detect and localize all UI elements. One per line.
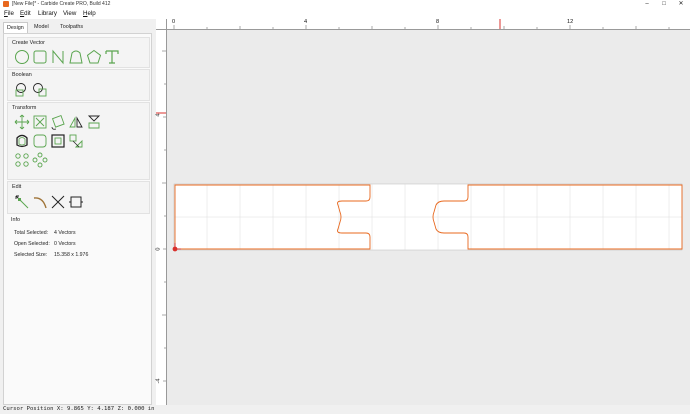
- menu-library[interactable]: Library: [38, 9, 57, 19]
- title-bar: [New File]* - Carbide Create PRO, Build …: [0, 0, 690, 9]
- selected-size-row: Selected Size: 15.358 x 1.976: [14, 252, 88, 258]
- total-selected-value: 4 Vectors: [54, 230, 76, 236]
- menu-bar: File Edit Library View Help: [0, 9, 690, 19]
- move-tool[interactable]: [13, 113, 31, 131]
- polyline-tool[interactable]: [49, 48, 67, 66]
- tab-model[interactable]: Model: [31, 22, 52, 32]
- circle-icon: [15, 50, 29, 64]
- rotate-icon: [51, 115, 65, 130]
- scissors-icon: [51, 195, 65, 209]
- menu-help-rest: elp: [87, 10, 96, 17]
- workspace-svg: [172, 183, 683, 252]
- create-vector-title: Create Vector: [12, 40, 45, 46]
- selected-size-label: Selected Size:: [14, 252, 48, 258]
- rectangle-tool[interactable]: [31, 48, 49, 66]
- polygon-tool[interactable]: [85, 48, 103, 66]
- move-icon: [14, 114, 30, 130]
- scale-tool[interactable]: [31, 113, 49, 131]
- boolean-subtract-tool[interactable]: [31, 81, 49, 99]
- create-vector-section: Create Vector: [7, 37, 150, 68]
- transform-section: Transform: [7, 102, 150, 180]
- offset-icon: [16, 134, 28, 148]
- menu-file[interactable]: File: [4, 9, 14, 19]
- circular-array-icon: [32, 152, 48, 168]
- open-selected-label: Open Selected:: [14, 241, 50, 247]
- arc-icon: [33, 197, 47, 209]
- total-selected-label: Total Selected:: [14, 230, 49, 236]
- node-edit-icon: [15, 195, 29, 209]
- window-title: [New File]* - Carbide Create PRO, Build …: [12, 1, 111, 7]
- tab-toolpaths[interactable]: Toolpaths: [57, 22, 86, 32]
- align-icon: [69, 134, 83, 148]
- menu-library-label: Library: [38, 10, 57, 17]
- selected-size-value: 15.358 x 1.976: [54, 252, 89, 258]
- status-bar: Cursor Position X: 9.865 Y: 4.187 Z: 0.0…: [0, 405, 690, 414]
- offset-tool[interactable]: [13, 132, 31, 150]
- design-canvas[interactable]: 0 4 8 12 4 0 -4: [155, 19, 690, 405]
- cursor-position: Cursor Position X: 9.865 Y: 4.187 Z: 0.0…: [3, 406, 155, 412]
- minimize-button[interactable]: –: [639, 0, 655, 9]
- union-icon: [15, 83, 26, 97]
- subtract-icon: [33, 83, 47, 97]
- menu-edit-rest: dit: [24, 10, 31, 17]
- close-button[interactable]: ✕: [673, 0, 689, 9]
- design-panel: Design Model Toolpaths Create Vector Boo…: [0, 19, 153, 405]
- inset-icon: [51, 134, 65, 148]
- boolean-section: Boolean: [7, 69, 150, 101]
- edit-section: Edit: [7, 181, 150, 214]
- align-tool[interactable]: [67, 132, 85, 150]
- total-selected-row: Total Selected: 4 Vectors: [14, 230, 76, 236]
- fillet-icon: [33, 134, 47, 148]
- pentagon-icon: [86, 49, 102, 64]
- fillet-tool[interactable]: [31, 132, 49, 150]
- edit-title: Edit: [12, 184, 22, 190]
- flip-icon: [87, 115, 101, 129]
- curve-tool[interactable]: [67, 48, 85, 66]
- rectangle-icon: [33, 50, 47, 64]
- boolean-title: Boolean: [12, 72, 32, 78]
- menu-help[interactable]: Help: [83, 9, 96, 19]
- curve-icon: [69, 50, 83, 64]
- boolean-union-tool[interactable]: [13, 81, 31, 99]
- maximize-button[interactable]: □: [656, 0, 672, 9]
- grid-array-icon: [15, 153, 29, 167]
- mirror-icon: [69, 116, 83, 128]
- menu-edit[interactable]: Edit: [20, 9, 31, 19]
- open-selected-row: Open Selected: 0 Vectors: [14, 241, 76, 247]
- scale-icon: [33, 115, 47, 129]
- rotate-tool[interactable]: [49, 113, 67, 131]
- mirror-tool[interactable]: [67, 113, 85, 131]
- open-selected-value: 0 Vectors: [54, 241, 76, 247]
- trim-tool[interactable]: [49, 193, 67, 211]
- circular-array-tool[interactable]: [31, 151, 49, 169]
- arc-edit-tool[interactable]: [31, 193, 49, 211]
- mirror-vertical-tool[interactable]: [85, 113, 103, 131]
- menu-view-label: View: [63, 10, 77, 17]
- text-tool[interactable]: [103, 48, 121, 66]
- transform-title: Transform: [12, 105, 37, 111]
- array-tool[interactable]: [13, 151, 31, 169]
- polyline-icon: [52, 49, 64, 65]
- panel-body: Create Vector Boolean Transform Edit Inf…: [3, 33, 152, 405]
- join-tool[interactable]: [67, 193, 85, 211]
- menu-file-rest: ile: [7, 10, 14, 17]
- app-icon: [3, 1, 9, 7]
- tab-design[interactable]: Design: [3, 22, 28, 33]
- info-title: Info: [11, 217, 20, 223]
- info-section: Info Total Selected: 4 Vectors Open Sele…: [7, 214, 148, 274]
- menu-view[interactable]: View: [63, 9, 76, 19]
- inset-tool[interactable]: [49, 132, 67, 150]
- circle-tool[interactable]: [13, 48, 31, 66]
- text-icon: [105, 50, 119, 64]
- node-edit-tool[interactable]: [13, 193, 31, 211]
- join-icon: [69, 196, 83, 208]
